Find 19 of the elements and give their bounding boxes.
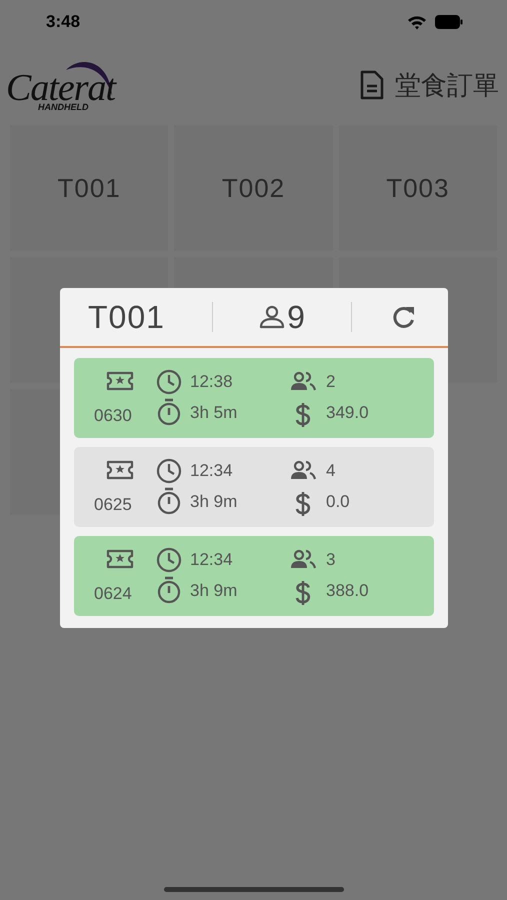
order-amount: 0.0 xyxy=(326,492,350,512)
order-amount: 388.0 xyxy=(326,581,369,601)
order-number: 0630 xyxy=(94,406,132,426)
order-time: 12:38 xyxy=(190,372,233,392)
order-time: 12:34 xyxy=(190,550,233,570)
people-count: 2 xyxy=(326,372,336,392)
order-number: 0625 xyxy=(94,495,132,515)
elapsed-time: 3h 9m xyxy=(190,492,238,512)
status-time: 3:48 xyxy=(46,12,80,32)
order-amount: 349.0 xyxy=(326,403,369,423)
people-count: 3 xyxy=(326,550,336,570)
elapsed-time: 3h 5m xyxy=(190,403,238,423)
page-title: 堂食訂單 xyxy=(395,70,499,102)
elapsed-time: 3h 9m xyxy=(190,581,238,601)
table-name: T001 xyxy=(88,298,166,336)
order-time: 12:34 xyxy=(190,461,233,481)
guest-count: 9 xyxy=(287,298,305,336)
order-number: 0624 xyxy=(94,584,132,604)
people-count: 4 xyxy=(326,461,336,481)
